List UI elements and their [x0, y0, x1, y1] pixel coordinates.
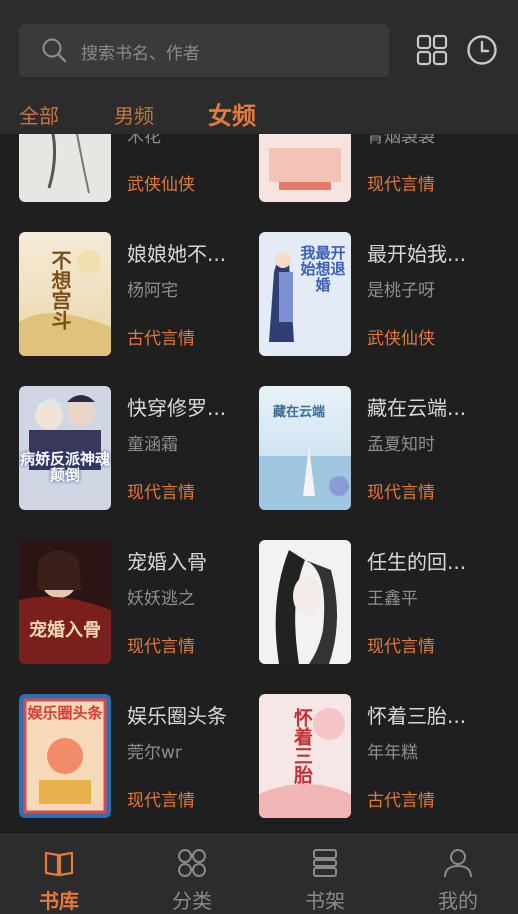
book-title: 最开始我...: [367, 242, 467, 266]
book-cover: 不想宫斗: [19, 232, 111, 356]
book-item[interactable]: 我最开始想退婚 最开始我... 是桃子呀 武侠仙侠: [259, 232, 499, 356]
book-cover: [259, 540, 351, 664]
nav-label: 书库: [39, 889, 79, 913]
book-author: 妖妖逃之: [127, 589, 195, 609]
nav-bookshelf[interactable]: 书架: [275, 835, 375, 914]
book-cover: [259, 134, 351, 202]
top-header: 搜索书名、作者 全部 男频 女频: [0, 0, 518, 134]
tab-female[interactable]: 女频: [208, 96, 256, 131]
book-cover: 藏在云端: [259, 386, 351, 510]
nav-label: 书架: [305, 889, 345, 913]
cover-title: 藏在云端: [272, 405, 325, 420]
nav-category[interactable]: 分类: [142, 835, 242, 914]
book-category: 现代言情: [367, 637, 435, 657]
book-category: 武侠仙侠: [367, 329, 435, 349]
cover-title: 宠婚入骨: [29, 620, 101, 641]
book-item[interactable]: 藏在云端 藏在云端... 孟夏知时 现代言情: [259, 386, 499, 510]
book-cover: 娱乐圈头条: [19, 694, 111, 818]
book-open-icon: [44, 851, 74, 877]
book-title: 快穿修罗...: [127, 396, 227, 420]
book-item[interactable]: 青烟袅袅 现代言情: [259, 134, 499, 202]
tab-male[interactable]: 男频: [114, 100, 154, 129]
book-item[interactable]: 任生的回... 王鑫平 现代言情: [259, 540, 499, 664]
book-title: 怀着三胎...: [367, 704, 467, 728]
cover-title: 病娇反派神魂颠倒: [19, 450, 110, 484]
nav-label: 分类: [172, 889, 212, 913]
cover-title: 我最开始想退婚: [300, 244, 346, 294]
book-item[interactable]: 娱乐圈头条 娱乐圈头条 莞尔wr 现代言情: [19, 694, 259, 818]
book-category: 现代言情: [127, 483, 195, 503]
book-category: 古代言情: [367, 791, 435, 811]
book-author: 青烟袅袅: [367, 134, 435, 147]
history-clock-icon[interactable]: [466, 34, 498, 66]
channel-tabs: 全部 男频 女频: [0, 96, 518, 134]
book-title: 娱乐圈头条: [127, 704, 227, 728]
book-title: 宠婚入骨: [127, 550, 207, 574]
book-cover: 宠婚入骨: [19, 540, 111, 664]
book-category: 现代言情: [367, 483, 435, 503]
book-category: 现代言情: [367, 175, 435, 195]
search-bar[interactable]: 搜索书名、作者: [19, 24, 389, 77]
tab-all[interactable]: 全部: [19, 100, 59, 129]
book-item[interactable]: 怀着三胎 怀着三胎... 年年糕 古代言情: [259, 694, 499, 818]
bookshelf-icon: [313, 849, 337, 877]
book-author: 童涵霜: [127, 435, 178, 455]
book-author: 孟夏知时: [367, 435, 435, 455]
book-author: 杨阿宅: [127, 281, 178, 301]
nav-label: 我的: [438, 889, 478, 913]
book-cover: 病娇反派神魂颠倒: [19, 386, 111, 510]
user-icon: [444, 849, 472, 878]
book-author: 莞尔wr: [127, 743, 182, 763]
nav-profile[interactable]: 我的: [408, 835, 508, 914]
book-cover: 我最开始想退婚: [259, 232, 351, 356]
search-icon: [42, 38, 67, 63]
book-cover: [19, 134, 111, 202]
book-list[interactable]: 木花 武侠仙侠 青烟袅袅 现代言情 不想宫斗 娘娘她不... 杨阿宅 古代言情: [0, 134, 518, 834]
book-item[interactable]: 宠婚入骨 宠婚入骨 妖妖逃之 现代言情: [19, 540, 259, 664]
book-category: 现代言情: [127, 791, 195, 811]
book-author: 木花: [127, 134, 161, 147]
grid-icon[interactable]: [416, 34, 448, 66]
book-cover: 怀着三胎: [259, 694, 351, 818]
book-category: 古代言情: [127, 329, 195, 349]
category-grid-icon: [178, 849, 206, 877]
book-title: 任生的回...: [367, 550, 467, 574]
book-item[interactable]: 不想宫斗 娘娘她不... 杨阿宅 古代言情: [19, 232, 259, 356]
cover-title: 不想宫斗: [48, 250, 72, 330]
book-category: 武侠仙侠: [127, 175, 195, 195]
bottom-nav: 书库 分类 书架 我的: [0, 834, 518, 914]
book-category: 现代言情: [127, 637, 195, 657]
search-placeholder: 搜索书名、作者: [81, 44, 200, 64]
book-item[interactable]: 木花 武侠仙侠: [19, 134, 259, 202]
book-author: 是桃子呀: [367, 281, 435, 301]
cover-title: 娱乐圈头条: [27, 704, 103, 722]
book-item[interactable]: 病娇反派神魂颠倒 快穿修罗... 童涵霜 现代言情: [19, 386, 259, 510]
nav-library[interactable]: 书库: [9, 835, 109, 914]
book-title: 藏在云端...: [367, 396, 467, 420]
book-author: 年年糕: [367, 743, 418, 763]
cover-title: 怀着三胎: [291, 708, 313, 784]
book-author: 王鑫平: [367, 589, 418, 609]
book-title: 娘娘她不...: [127, 242, 227, 266]
